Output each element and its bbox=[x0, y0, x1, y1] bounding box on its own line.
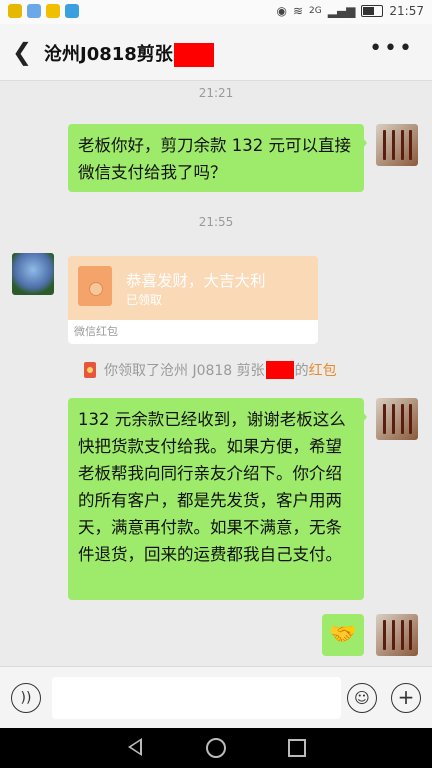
avatar-self[interactable] bbox=[376, 614, 418, 656]
red-packet-title: 恭喜发财，大吉大利 bbox=[126, 272, 266, 290]
notice-prefix: 你领取了沧州 J0818 剪张 bbox=[104, 363, 265, 379]
system-nav-bar bbox=[0, 728, 432, 768]
red-packet-body: 恭喜发财，大吉大利 已领取 bbox=[68, 256, 318, 320]
notice-suffix: 的 bbox=[294, 363, 309, 379]
status-bar: ◉ ≋ 2G ▂▄▆ 21:57 bbox=[0, 0, 432, 24]
nav-back-icon[interactable] bbox=[128, 738, 142, 756]
red-packet-footer: 微信红包 bbox=[68, 320, 318, 344]
chat-title-text: 沧州J0818剪张 bbox=[44, 44, 173, 65]
status-right: ◉ ≋ 2G ▂▄▆ 21:57 bbox=[276, 4, 424, 18]
avatar-contact[interactable] bbox=[12, 253, 54, 295]
redaction-box bbox=[265, 361, 294, 379]
message-input[interactable] bbox=[52, 677, 341, 719]
red-packet-link[interactable]: 红包 bbox=[309, 360, 337, 380]
notification-icons bbox=[8, 4, 79, 18]
shield-icon bbox=[65, 4, 79, 18]
avatar-self[interactable] bbox=[376, 124, 418, 166]
eye-icon: ◉ bbox=[276, 4, 287, 18]
plus-icon[interactable]: + bbox=[391, 683, 421, 713]
message-bubble[interactable]: 132 元余款已经收到，谢谢老板这么快把货款支付给我。如果方便，希望老板帮我向同… bbox=[68, 398, 367, 600]
nav-home-icon[interactable] bbox=[206, 738, 226, 758]
red-packet-mini-icon bbox=[84, 362, 96, 378]
chevron-left-icon[interactable]: ❮ bbox=[12, 38, 32, 66]
chat-header: ❮ 沧州J0818剪张 ••• bbox=[0, 24, 432, 81]
star-icon bbox=[46, 4, 60, 18]
handshake-emoji-message[interactable]: 🤝 bbox=[322, 614, 364, 656]
emoji-icon[interactable]: ☺ bbox=[347, 683, 377, 713]
red-packet-status: 已领取 bbox=[126, 293, 163, 307]
nav-recent-icon[interactable] bbox=[288, 739, 306, 757]
timestamp: 21:55 bbox=[198, 215, 234, 229]
timestamp: 21:21 bbox=[198, 86, 234, 100]
battery-icon bbox=[361, 5, 384, 17]
redaction-box bbox=[173, 43, 214, 67]
red-packet-notice: 你领取了沧州 J0818 剪张 的 红包 bbox=[84, 360, 337, 380]
red-packet-card[interactable]: 恭喜发财，大吉大利 已领取 微信红包 bbox=[68, 256, 318, 344]
red-packet-icon bbox=[78, 266, 112, 306]
clock: 21:57 bbox=[389, 4, 424, 18]
wifi-icon: ≋ bbox=[292, 4, 304, 18]
avatar-self[interactable] bbox=[376, 398, 418, 440]
chat-title: 沧州J0818剪张 bbox=[44, 40, 214, 67]
message-bubble[interactable]: 老板你好，剪刀余款 132 元可以直接微信支付给我了吗？ bbox=[68, 124, 367, 192]
input-bar: )) ☺ + bbox=[0, 666, 432, 729]
qq-icon bbox=[8, 4, 22, 18]
more-dots-icon[interactable]: ••• bbox=[369, 36, 414, 61]
voice-icon[interactable]: )) bbox=[11, 683, 41, 713]
image-icon bbox=[27, 4, 41, 18]
network-label: 2G bbox=[309, 6, 322, 16]
signal-icon: ▂▄▆ bbox=[327, 4, 356, 18]
